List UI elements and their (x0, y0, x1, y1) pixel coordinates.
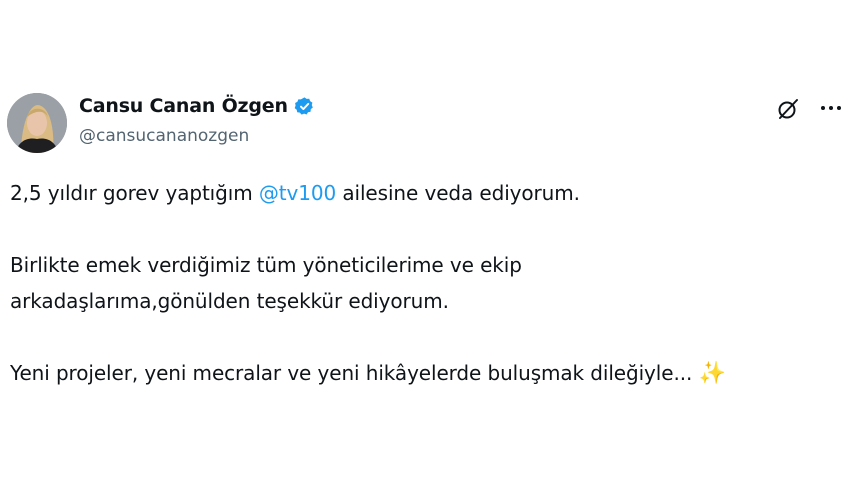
tweet-paragraph-2: Birlikte emek verdiğimiz tüm yöneticiler… (10, 247, 840, 319)
tweet-paragraph-1: 2,5 yıldır gorev yaptığım @tv100 ailesin… (10, 175, 840, 211)
tweet-text: 2,5 yıldır gorev yaptığım @tv100 ailesin… (10, 175, 840, 392)
tweet-text-segment: ailesine veda ediyorum. (336, 181, 580, 205)
verified-badge-icon (294, 96, 313, 115)
tweet-text-segment: 2,5 yıldır gorev yaptığım (10, 181, 259, 205)
tweet-text-line: Yeni projeler, yeni mecralar ve yeni hik… (10, 361, 699, 385)
avatar[interactable] (7, 93, 67, 153)
author-handle[interactable]: @cansucananozgen (79, 126, 249, 146)
avatar-photo (7, 93, 67, 153)
mention-link-tv100[interactable]: @tv100 (259, 181, 336, 205)
tweet-text-line: arkadaşlarıma,gönülden teşekkür ediyorum… (10, 289, 449, 313)
tweet-card: Cansu Canan Özgen @cansucananozgen 2,5 y… (0, 0, 850, 478)
author-name[interactable]: Cansu Canan Özgen (79, 95, 315, 117)
tweet-text-line: Birlikte emek verdiğimiz tüm yöneticiler… (10, 253, 522, 277)
more-horizontal-icon[interactable] (819, 98, 843, 118)
sparkles-emoji: ✨ (698, 361, 726, 386)
tweet-paragraph-3: Yeni projeler, yeni mecralar ve yeni hik… (10, 355, 840, 392)
author-name-text: Cansu Canan Özgen (79, 95, 288, 117)
grok-slash-icon[interactable] (776, 97, 800, 121)
